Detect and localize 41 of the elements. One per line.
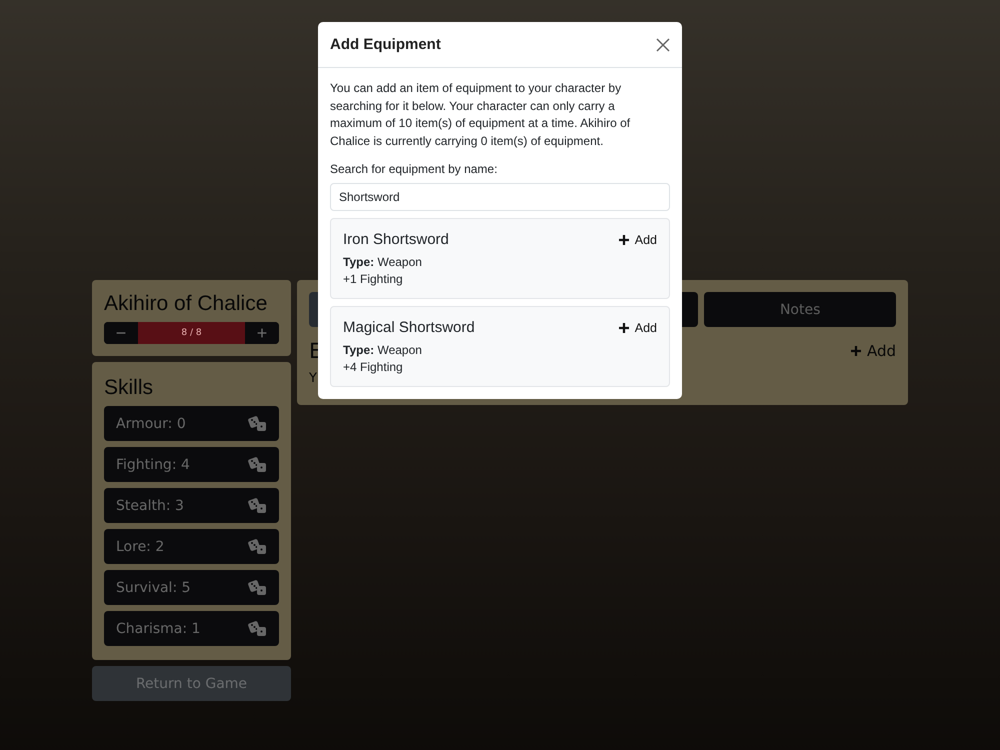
skill-button[interactable]: Survival: 5 bbox=[104, 570, 279, 605]
skill-button[interactable]: Charisma: 1 bbox=[104, 611, 279, 646]
dice-icon bbox=[248, 538, 267, 554]
dice-icon bbox=[248, 498, 267, 514]
skill-button[interactable]: Stealth: 3 bbox=[104, 488, 279, 523]
skill-label: Fighting: 4 bbox=[116, 456, 190, 472]
close-button[interactable] bbox=[656, 38, 670, 52]
skill-label: Armour: 0 bbox=[116, 416, 186, 432]
health-reading: 8 / 8 bbox=[180, 327, 203, 340]
item-name: Magical Shortsword bbox=[343, 319, 475, 336]
item-type: Type: Weapon bbox=[343, 343, 423, 357]
dice-icon bbox=[248, 580, 267, 596]
plus-icon bbox=[850, 345, 862, 357]
add-button[interactable]: Add bbox=[618, 232, 657, 246]
item-effect: +1 Fighting bbox=[343, 272, 404, 286]
item-effect: +4 Fighting bbox=[343, 360, 404, 374]
panel-text: Y bbox=[309, 371, 318, 386]
dice-icon bbox=[248, 456, 267, 472]
intro-paragraph: You can add an item of equipment to your character by searching for it below. Your character can only carry a maximum of 10 item(s) of equipment at a time. Akihiro of Chalice is currently carrying 0 item(s) of equipment. bbox=[330, 80, 632, 150]
skill-label: Lore: 2 bbox=[116, 538, 164, 554]
skill-label: Stealth: 3 bbox=[116, 498, 184, 514]
skill-button[interactable]: Armour: 0 bbox=[104, 406, 279, 441]
dice-icon bbox=[248, 620, 267, 636]
plus-icon bbox=[618, 322, 630, 334]
plus-icon bbox=[618, 234, 630, 246]
search-field[interactable]: Shortsword bbox=[330, 183, 670, 211]
search-label: Search for equipment by name: bbox=[330, 162, 498, 176]
skill-button[interactable]: Fighting: 4 bbox=[104, 447, 279, 482]
skill-label: Charisma: 1 bbox=[116, 620, 200, 636]
character-name: Akihiro of Chalice bbox=[104, 292, 268, 316]
tab[interactable]: Notes bbox=[704, 292, 896, 327]
skills-title: Skills bbox=[104, 376, 154, 400]
skill-label: Survival: 5 bbox=[116, 580, 191, 596]
add-button[interactable]: Add bbox=[850, 342, 896, 360]
item-type: Type: Weapon bbox=[343, 255, 423, 269]
add-button[interactable]: Add bbox=[618, 320, 657, 334]
return-button[interactable]: Return to Game bbox=[92, 666, 291, 701]
skill-button[interactable]: Lore: 2 bbox=[104, 529, 279, 564]
modal-title: Add Equipment bbox=[330, 36, 441, 53]
dice-icon bbox=[248, 416, 267, 432]
item-name: Iron Shortsword bbox=[343, 231, 449, 248]
